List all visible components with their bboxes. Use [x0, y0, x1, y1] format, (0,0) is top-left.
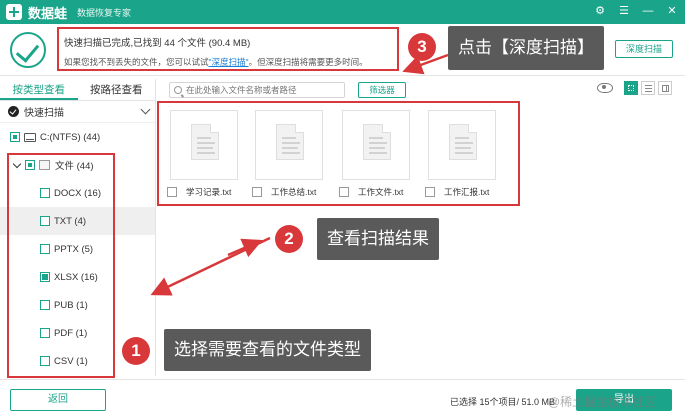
search-box[interactable] [169, 82, 345, 98]
file-checkbox[interactable] [167, 187, 177, 197]
view-tabs: 按类型查看 按路径查看 [0, 79, 155, 101]
file-thumbnail[interactable] [428, 110, 496, 180]
detail-view-button[interactable] [658, 81, 672, 95]
list-view-button[interactable] [641, 81, 655, 95]
file-thumbnail[interactable] [255, 110, 323, 180]
file-item[interactable]: 工作汇报.txt [425, 110, 499, 198]
grid-icon [628, 85, 634, 91]
deep-scan-link[interactable]: "深度扫描" [209, 57, 249, 67]
tab-by-type[interactable]: 按类型查看 [0, 79, 78, 100]
file-item[interactable]: 学习记录.txt [167, 110, 241, 198]
grid-view-button[interactable] [624, 81, 638, 95]
file-name: 学习记录.txt [186, 187, 232, 197]
file-name: 工作总结.txt [271, 187, 317, 197]
deep-scan-hint: 如果您找不到丢失的文件，您可以试试"深度扫描"。但深度扫描将需要更多时间。 [64, 57, 368, 67]
scan-complete-check-icon [10, 32, 46, 68]
file-name: 工作文件.txt [358, 187, 404, 197]
filter-button[interactable]: 筛选器 [358, 82, 406, 98]
txt-file-icon [449, 124, 477, 160]
list-icon [645, 85, 652, 92]
file-checkbox[interactable] [425, 187, 435, 197]
arrow-to-results [150, 236, 271, 296]
menu-icon[interactable]: ☰ [617, 4, 631, 18]
status-message-highlight: 快速扫描已完成,已找到 44 个文件 (90.4 MB) 如果您找不到丢失的文件… [57, 27, 399, 71]
scan-mode-label: 快速扫描 [24, 108, 64, 119]
file-name: 工作汇报.txt [444, 187, 490, 197]
selection-summary: 已选择 15个项目/ 51.0 MB [450, 397, 556, 407]
preview-eye-icon[interactable] [597, 83, 613, 93]
search-icon [174, 86, 182, 94]
app-logo-icon [6, 4, 22, 20]
scan-mode-select[interactable]: 快速扫描 [0, 101, 155, 123]
file-thumbnail[interactable] [342, 110, 410, 180]
chevron-down-icon[interactable] [140, 104, 151, 115]
tab-by-path[interactable]: 按路径查看 [78, 79, 156, 100]
deep-scan-button[interactable]: 深度扫描 [615, 40, 673, 58]
step-badge-2: 2 [275, 225, 303, 253]
settings-icon[interactable]: ⚙ [593, 4, 607, 18]
minimize-icon[interactable]: — [641, 4, 655, 18]
close-icon[interactable]: ✕ [665, 4, 679, 18]
drive-icon [24, 132, 36, 142]
callout-select-type: 选择需要查看的文件类型 [164, 329, 371, 371]
txt-file-icon [276, 124, 304, 160]
back-button[interactable]: 返回 [10, 389, 106, 411]
file-types-highlight [7, 153, 115, 378]
scan-result-text: 快速扫描已完成,已找到 44 个文件 (90.4 MB) [64, 38, 251, 49]
title-bar: 数据蛙 数据恢复专家 ⚙ ☰ — ✕ [0, 0, 685, 24]
watermark: @稀土掘金技术社区 [548, 395, 657, 409]
checkmark-icon [8, 106, 19, 117]
search-input[interactable] [186, 85, 336, 95]
step-badge-3: 3 [408, 33, 436, 61]
left-panel: 按类型查看 按路径查看 快速扫描 C:(NTFS) (44) 文件 (44) D… [0, 79, 156, 378]
txt-file-icon [363, 124, 391, 160]
file-item[interactable]: 工作文件.txt [339, 110, 413, 198]
file-checkbox[interactable] [339, 187, 349, 197]
callout-view-results: 查看扫描结果 [317, 218, 439, 260]
app-name: 数据蛙 [28, 5, 68, 21]
app-subtitle: 数据恢复专家 [77, 7, 132, 18]
drive-checkbox[interactable] [10, 132, 20, 142]
txt-file-icon [191, 124, 219, 160]
callout-deep-scan: 点击【深度扫描】 [448, 26, 604, 70]
file-thumbnail[interactable] [170, 110, 238, 180]
file-checkbox[interactable] [252, 187, 262, 197]
detail-view-icon [662, 85, 669, 92]
arrow-from-results [227, 238, 263, 258]
file-item[interactable]: 工作总结.txt [252, 110, 326, 198]
window-controls: ⚙ ☰ — ✕ [593, 4, 679, 18]
tree-item-drive[interactable]: C:(NTFS) (44) [0, 123, 155, 151]
step-badge-1: 1 [122, 337, 150, 365]
view-mode-controls [597, 81, 672, 95]
drive-label: C:(NTFS) (44) [40, 131, 101, 143]
